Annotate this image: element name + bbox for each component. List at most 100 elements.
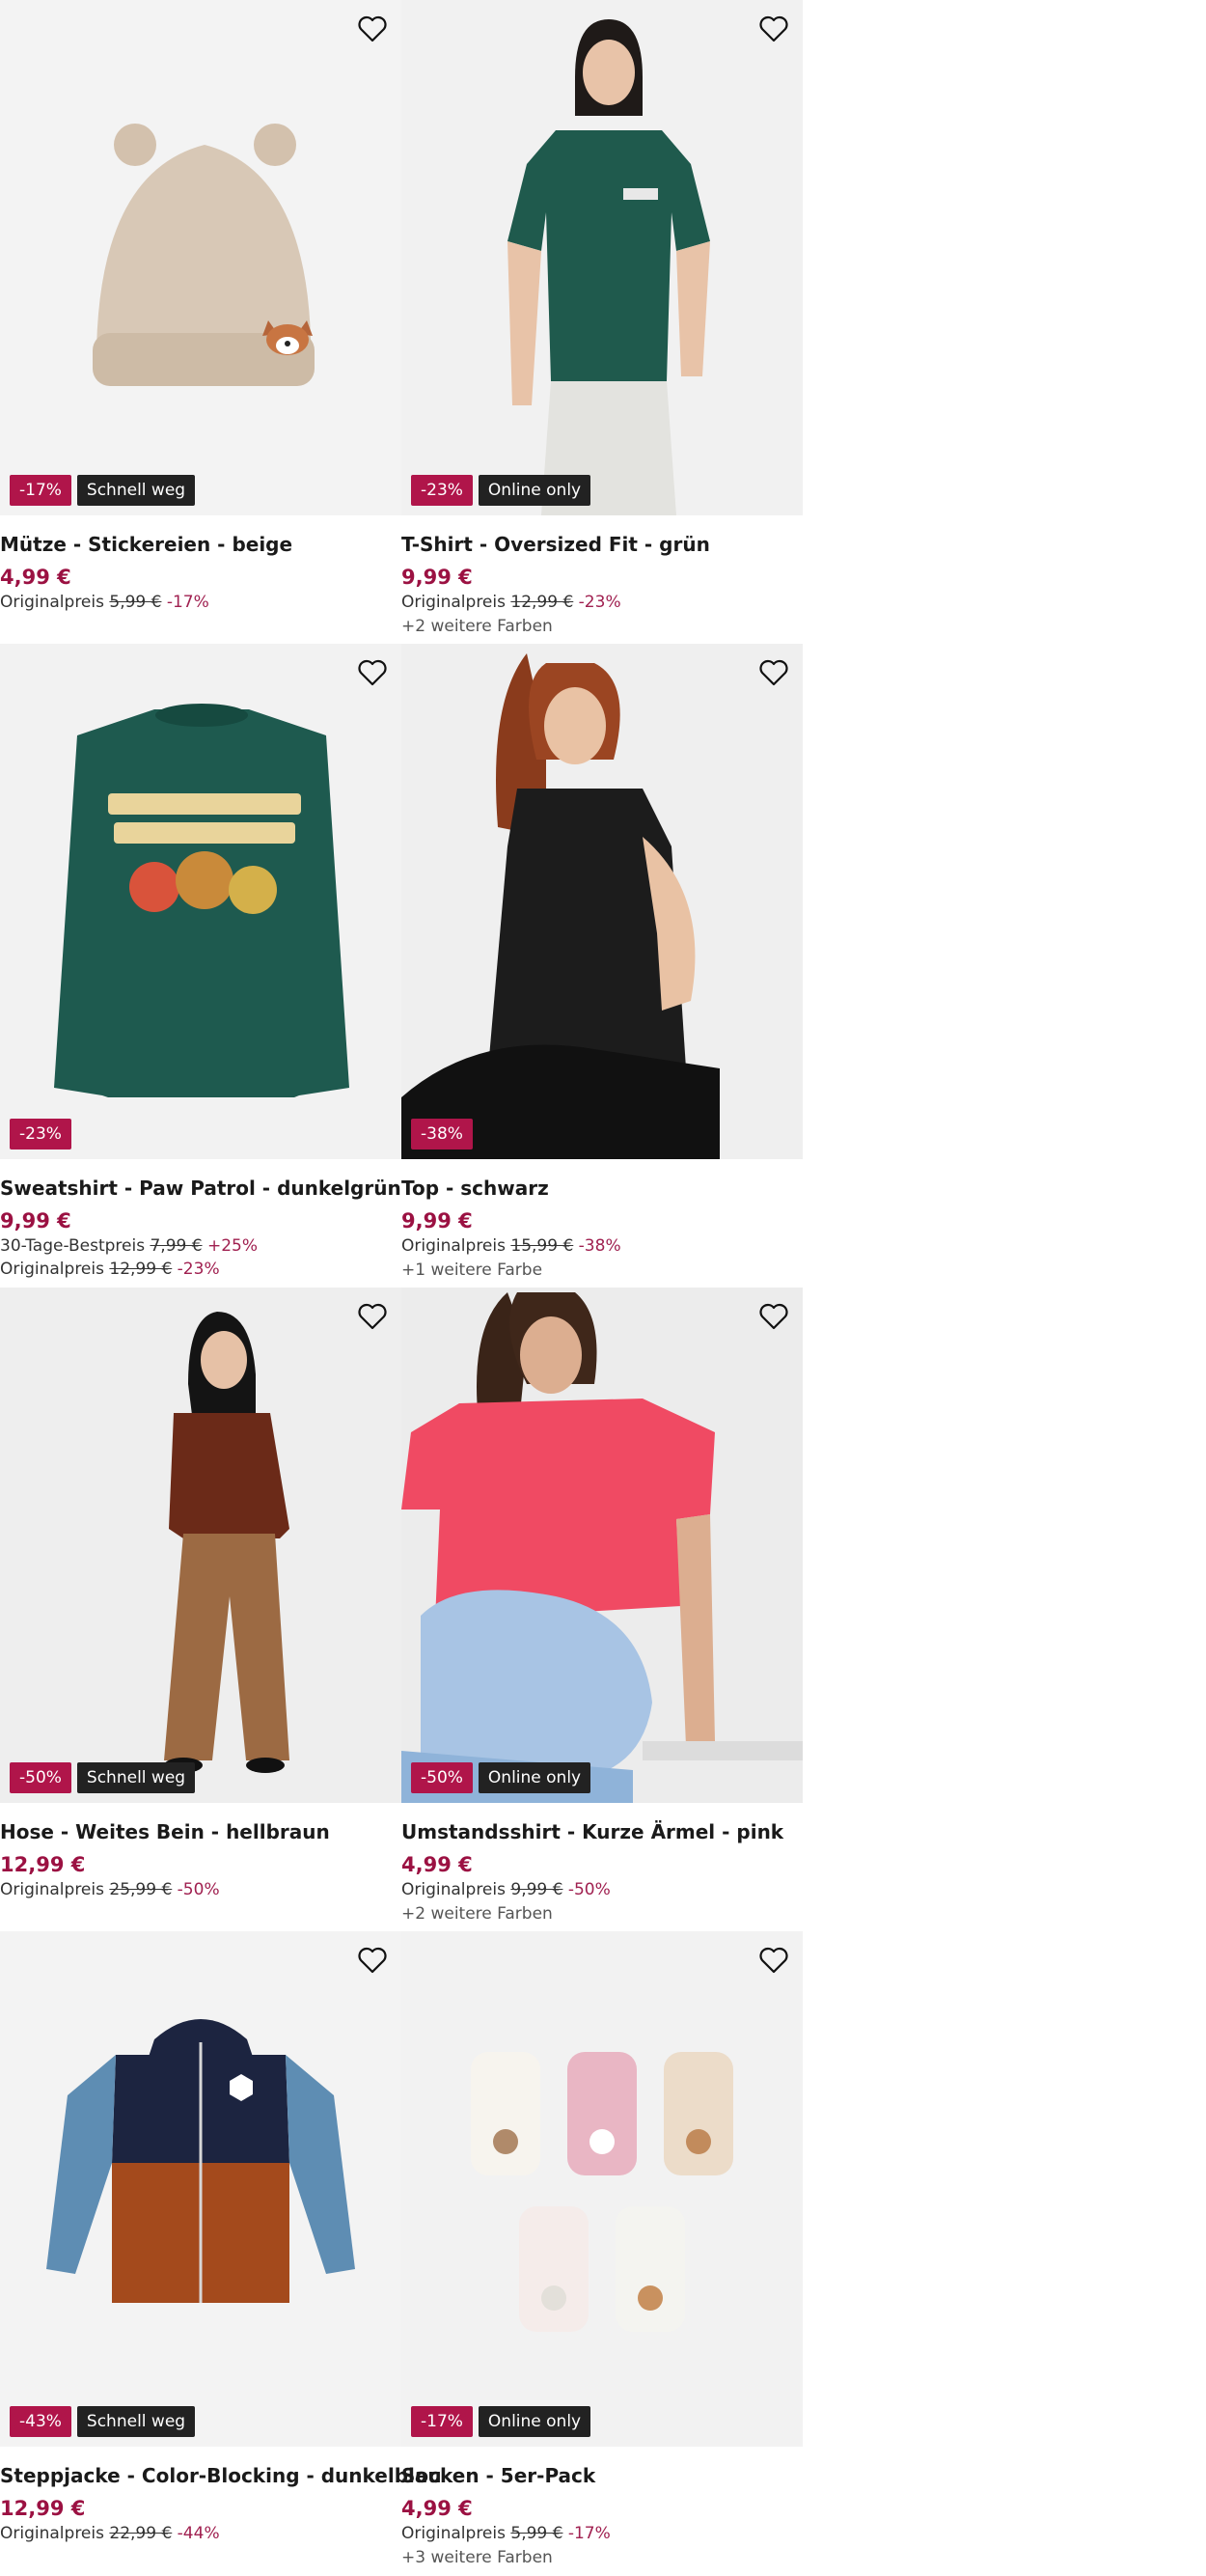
wishlist-heart-icon[interactable] [355, 1943, 390, 1978]
trousers-model-illustration [164, 1312, 289, 1773]
product-image[interactable]: -17% Schnell weg [0, 0, 401, 515]
puffer-jacket-illustration [46, 2019, 355, 2303]
original-price-row: Originalpreis 12,99 € -23% [0, 1258, 401, 1281]
best-price: 7,99 € [150, 1236, 203, 1256]
tshirt-model-illustration [507, 19, 710, 515]
product-card[interactable]: -50% Schnell weg Hose - Weites Bein - he… [0, 1288, 401, 1901]
product-card[interactable]: -50% Online only Umstandsshirt - Kurze Ä… [401, 1288, 803, 1926]
original-price: 12,99 € [510, 593, 574, 612]
original-price-percent: -44% [177, 2524, 220, 2543]
product-title[interactable]: Sweatshirt - Paw Patrol - dunkelgrün [0, 1175, 401, 1202]
product-title[interactable]: Socken - 5er-Pack [401, 2462, 803, 2489]
product-card[interactable]: -23% Online only T-Shirt - Oversized Fit… [401, 0, 803, 639]
more-colors-link[interactable]: +2 weitere Farben [401, 1901, 803, 1926]
product-image[interactable]: -50% Schnell weg [0, 1288, 401, 1803]
wishlist-heart-icon[interactable] [756, 1299, 791, 1334]
original-price-label: Originalpreis [401, 1236, 506, 1256]
original-price-row: Originalpreis 12,99 € -23% [401, 591, 803, 614]
product-image[interactable]: -38% [401, 644, 803, 1159]
original-price-label: Originalpreis [0, 1880, 104, 1899]
original-price-percent: -23% [177, 1260, 220, 1279]
discount-badge: -50% [10, 1762, 71, 1793]
product-title[interactable]: T-Shirt - Oversized Fit - grün [401, 531, 803, 558]
original-price: 9,99 € [510, 1880, 563, 1899]
product-title[interactable]: Mütze - Stickereien - beige [0, 531, 401, 558]
original-price-percent: -50% [567, 1880, 611, 1899]
original-price: 5,99 € [109, 593, 162, 612]
product-image[interactable]: -50% Online only [401, 1288, 803, 1803]
original-price-row: Originalpreis 22,99 € -44% [0, 2522, 401, 2545]
product-price: 4,99 € [401, 1853, 473, 1876]
wishlist-heart-icon[interactable] [756, 12, 791, 46]
original-price: 22,99 € [109, 2524, 173, 2543]
best-price-row: 30-Tage-Bestpreis 7,99 € +25% [0, 1234, 401, 1258]
original-price-label: Originalpreis [0, 593, 104, 612]
discount-badge: -23% [10, 1119, 71, 1150]
product-image[interactable]: -23% Online only [401, 0, 803, 515]
original-price: 25,99 € [109, 1880, 173, 1899]
product-price: 12,99 € [0, 2497, 86, 2520]
original-price-percent: -38% [578, 1236, 621, 1256]
product-title[interactable]: Top - schwarz [401, 1175, 803, 1202]
more-colors-link[interactable]: +1 weitere Farbe [401, 1258, 803, 1283]
top-model-illustration [401, 653, 720, 1159]
product-price: 12,99 € [0, 1853, 86, 1876]
status-badge: Online only [478, 1762, 591, 1793]
original-price-label: Originalpreis [401, 1880, 506, 1899]
discount-badge: -17% [10, 475, 71, 506]
product-card[interactable]: -17% Online only Socken - 5er-Pack 4,99 … [401, 1931, 803, 2570]
product-title[interactable]: Hose - Weites Bein - hellbraun [0, 1818, 401, 1845]
wishlist-heart-icon[interactable] [756, 1943, 791, 1978]
product-image[interactable]: -23% [0, 644, 401, 1159]
original-price-row: Originalpreis 9,99 € -50% [401, 1878, 803, 1901]
more-colors-link[interactable]: +3 weitere Farben [401, 2545, 803, 2570]
discount-badge: -23% [411, 475, 473, 506]
wishlist-heart-icon[interactable] [756, 655, 791, 690]
original-price-row: Originalpreis 5,99 € -17% [0, 591, 401, 614]
more-colors-link[interactable]: +2 weitere Farben [401, 614, 803, 639]
maternity-shirt-model-illustration [401, 1292, 803, 1803]
product-price: 4,99 € [401, 2497, 473, 2520]
original-price-row: Originalpreis 5,99 € -17% [401, 2522, 803, 2545]
original-price: 12,99 € [109, 1260, 173, 1279]
product-title[interactable]: Steppjacke - Color-Blocking - dunkelblau [0, 2462, 442, 2489]
socks-illustration [471, 2052, 733, 2332]
product-price: 9,99 € [401, 566, 473, 589]
original-price-label: Originalpreis [401, 2524, 506, 2543]
discount-badge: -38% [411, 1119, 473, 1150]
discount-badge: -50% [411, 1762, 473, 1793]
original-price-percent: -17% [567, 2524, 611, 2543]
original-price-percent: -23% [578, 593, 621, 612]
original-price-row: Originalpreis 25,99 € -50% [0, 1878, 401, 1901]
discount-badge: -17% [411, 2406, 473, 2437]
product-card[interactable]: -23% Sweatshirt - Paw Patrol - dunkelgrü… [0, 644, 401, 1281]
product-card[interactable]: -43% Schnell weg Steppjacke - Color-Bloc… [0, 1931, 442, 2545]
status-badge: Online only [478, 2406, 591, 2437]
product-card[interactable]: -38% Top - schwarz 9,99 € Originalpreis … [401, 644, 803, 1283]
original-price-label: Originalpreis [401, 593, 506, 612]
sweatshirt-illustration [54, 704, 349, 1097]
wishlist-heart-icon[interactable] [355, 12, 390, 46]
original-price-percent: -17% [166, 593, 209, 612]
best-price-percent: +25% [206, 1236, 258, 1256]
wishlist-heart-icon[interactable] [355, 1299, 390, 1334]
product-title[interactable]: Umstandsshirt - Kurze Ärmel - pink [401, 1818, 803, 1845]
original-price: 15,99 € [510, 1236, 574, 1256]
product-price: 9,99 € [0, 1209, 71, 1233]
status-badge: Schnell weg [76, 1762, 196, 1793]
product-price: 4,99 € [0, 566, 71, 589]
best-price-label: 30-Tage-Bestpreis [0, 1236, 146, 1256]
original-price-percent: -50% [177, 1880, 220, 1899]
original-price-label: Originalpreis [0, 1260, 104, 1279]
original-price: 5,99 € [510, 2524, 563, 2543]
status-badge: Online only [478, 475, 591, 506]
original-price-row: Originalpreis 15,99 € -38% [401, 1234, 803, 1258]
discount-badge: -43% [10, 2406, 71, 2437]
beanie-illustration [93, 124, 315, 386]
original-price-label: Originalpreis [0, 2524, 104, 2543]
product-image[interactable]: -43% Schnell weg [0, 1931, 401, 2447]
wishlist-heart-icon[interactable] [355, 655, 390, 690]
status-badge: Schnell weg [76, 475, 196, 506]
product-card[interactable]: -17% Schnell weg Mütze - Stickereien - b… [0, 0, 401, 614]
product-image[interactable]: -17% Online only [401, 1931, 803, 2447]
